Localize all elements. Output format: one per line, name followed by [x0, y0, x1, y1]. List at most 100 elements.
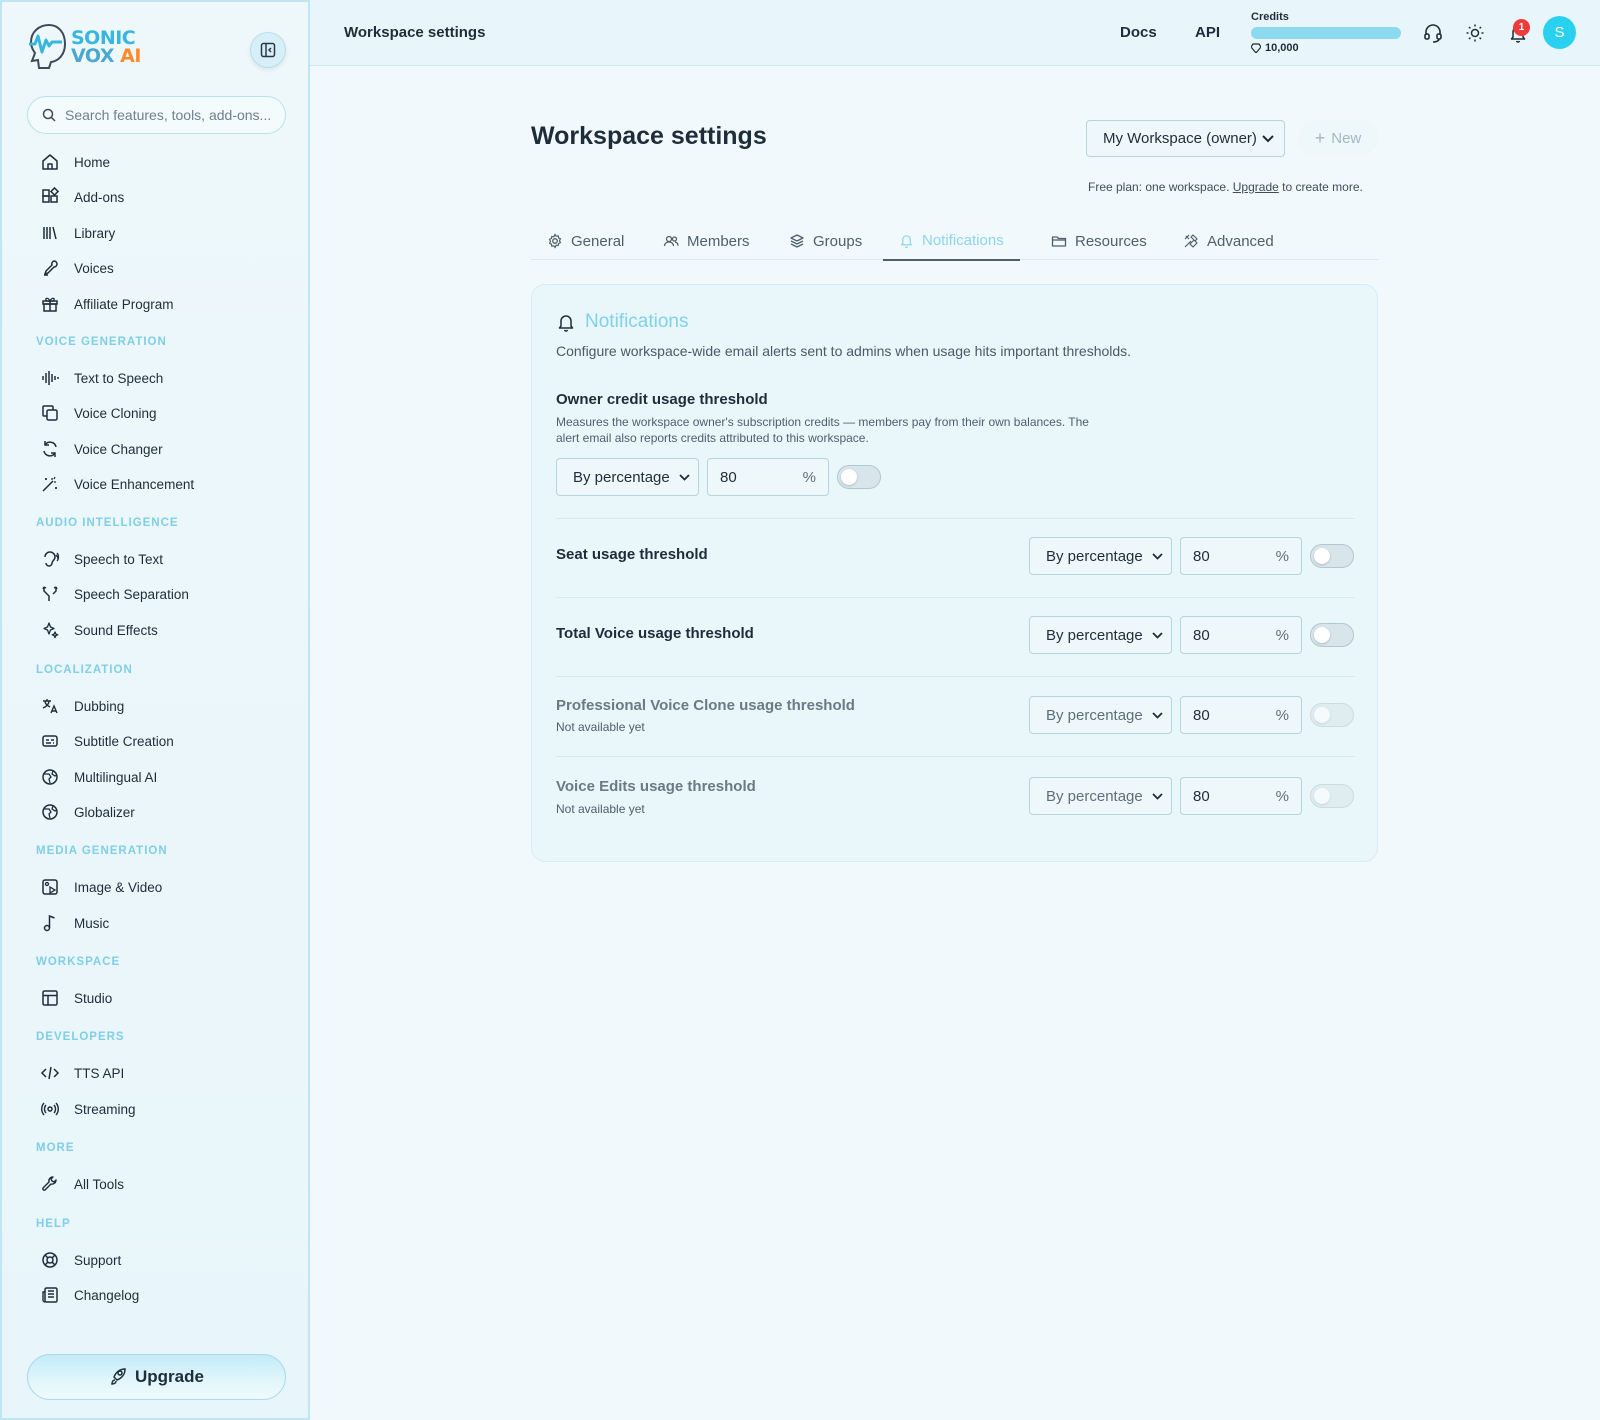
sidebar-item-support[interactable]: Support	[40, 1247, 121, 1273]
code-icon	[40, 1063, 60, 1083]
sidebar-item-image-and-video[interactable]: Image & Video	[40, 874, 162, 900]
settings-tabs: General Members Groups Notifications Res…	[531, 222, 1378, 261]
pvc-threshold-toggle[interactable]	[1310, 703, 1354, 727]
layout-icon	[40, 988, 60, 1008]
sidebar-item-speech-separation[interactable]: Speech Separation	[40, 581, 189, 607]
newspaper-icon	[40, 1285, 60, 1305]
tab-advanced[interactable]: Advanced	[1183, 222, 1274, 260]
tab-notifications[interactable]: Notifications	[883, 222, 1020, 261]
chevron-down-icon	[1152, 632, 1163, 639]
sidebar-item-label: Image & Video	[74, 879, 163, 895]
wrench-icon	[40, 1174, 60, 1194]
refresh-icon	[40, 439, 60, 459]
sidebar-item-library[interactable]: Library	[40, 220, 115, 246]
total-voice-threshold-value-input[interactable]: 80 %	[1180, 616, 1302, 654]
voice-edits-threshold-toggle[interactable]	[1310, 784, 1354, 808]
divider	[556, 676, 1355, 677]
sidebar-item-label: Streaming	[74, 1101, 136, 1117]
tab-general[interactable]: General	[547, 222, 624, 260]
sidebar-item-multilingual-ai[interactable]: Multilingual AI	[40, 764, 157, 790]
voice-edits-threshold-mode-select[interactable]: By percentage	[1029, 777, 1172, 815]
seat-threshold-mode-select[interactable]: By percentage	[1029, 537, 1172, 575]
search-placeholder: Search features, tools, add-ons...	[65, 107, 272, 123]
owner-threshold-toggle[interactable]	[837, 465, 881, 489]
sidebar-item-voice-cloning[interactable]: Voice Cloning	[40, 400, 157, 426]
sidebar-item-text-to-speech[interactable]: Text to Speech	[40, 365, 163, 391]
sidebar-item-home[interactable]: Home	[40, 149, 110, 175]
sidebar-item-voices[interactable]: Voices	[40, 255, 114, 281]
gear-icon	[548, 233, 562, 249]
seat-threshold-title: Seat usage threshold	[556, 546, 708, 563]
sidebar-item-studio[interactable]: Studio	[40, 985, 112, 1011]
sidebar-section-more: MORE	[36, 1142, 75, 1154]
sidebar-item-dubbing[interactable]: Dubbing	[40, 693, 124, 719]
pvc-threshold-mode-select[interactable]: By percentage	[1029, 696, 1172, 734]
upgrade-button[interactable]: Upgrade	[27, 1354, 286, 1400]
sidebar-section-media-generation: MEDIA GENERATION	[36, 845, 168, 857]
collapse-sidebar-button[interactable]	[250, 32, 286, 68]
toggle-knob	[1314, 788, 1330, 804]
divider	[556, 756, 1355, 757]
brand-logo[interactable]: SONIC VOX AI	[27, 22, 141, 72]
upgrade-label: Upgrade	[135, 1367, 204, 1386]
tab-members[interactable]: Members	[663, 222, 750, 260]
library-icon	[40, 223, 60, 243]
tab-resources[interactable]: Resources	[1051, 222, 1147, 260]
sidebar-item-subtitle-creation[interactable]: Subtitle Creation	[40, 728, 174, 754]
sidebar-item-voice-enhancement[interactable]: Voice Enhancement	[40, 471, 194, 497]
plan-upgrade-link[interactable]: Upgrade	[1233, 180, 1279, 194]
sidebar-item-globalizer[interactable]: Globalizer	[40, 799, 135, 825]
gift-icon	[40, 294, 60, 314]
sidebar-item-label: Speech to Text	[74, 551, 164, 567]
owner-threshold-mode-select[interactable]: By percentage	[556, 458, 699, 496]
chevron-down-icon	[1152, 553, 1163, 560]
plan-note-text: Free plan: one workspace.	[1088, 180, 1230, 194]
api-link[interactable]: API	[1195, 24, 1220, 41]
sidebar-section-developers: DEVELOPERS	[36, 1031, 125, 1043]
new-workspace-button[interactable]: + New	[1298, 120, 1378, 156]
theme-toggle-button[interactable]	[1463, 21, 1487, 45]
sidebar-item-music[interactable]: Music	[40, 910, 109, 936]
logo-head-icon	[29, 23, 67, 69]
owner-threshold-description: Measures the workspace owner's subscript…	[556, 414, 1156, 446]
workspace-select[interactable]: My Workspace (owner)	[1086, 120, 1285, 157]
pvc-threshold-value-input[interactable]: 80 %	[1180, 696, 1302, 734]
total-voice-threshold-value: 80	[1193, 626, 1210, 644]
rocket-icon	[111, 1368, 126, 1385]
owner-threshold-title: Owner credit usage threshold	[556, 391, 768, 408]
tab-groups[interactable]: Groups	[789, 222, 862, 260]
support-headset-button[interactable]	[1421, 21, 1445, 45]
toggle-knob	[841, 469, 857, 485]
sidebar-item-speech-to-text[interactable]: Speech to Text	[40, 546, 163, 572]
total-voice-threshold-mode-value: By percentage	[1046, 626, 1143, 644]
total-voice-threshold-toggle[interactable]	[1310, 623, 1354, 647]
users-icon	[663, 235, 679, 247]
sidebar-item-voice-changer[interactable]: Voice Changer	[40, 436, 163, 462]
sidebar-item-label: All Tools	[74, 1176, 125, 1192]
chevron-down-icon	[1152, 712, 1163, 719]
credits-bar	[1251, 27, 1401, 39]
tab-groups-label: Groups	[813, 232, 863, 250]
voice-edits-threshold-value-input[interactable]: 80 %	[1180, 777, 1302, 815]
sidebar-item-tts-api[interactable]: TTS API	[40, 1060, 124, 1086]
sidebar-item-label: Globalizer	[74, 804, 135, 820]
sidebar-item-label: Dubbing	[74, 698, 125, 714]
total-voice-threshold-mode-select[interactable]: By percentage	[1029, 616, 1172, 654]
seat-threshold-toggle[interactable]	[1310, 544, 1354, 568]
captions-icon	[40, 731, 60, 751]
sidebar-search-input[interactable]: Search features, tools, add-ons...	[27, 96, 286, 134]
sidebar-item-changelog[interactable]: Changelog	[40, 1282, 139, 1308]
toggle-knob	[1314, 627, 1330, 643]
user-avatar[interactable]: S	[1543, 16, 1576, 49]
page-title: Workspace settings	[531, 122, 767, 150]
sidebar-item-add-ons[interactable]: Add-ons	[40, 184, 124, 210]
sidebar-item-streaming[interactable]: Streaming	[40, 1096, 136, 1122]
owner-threshold-value-input[interactable]: 80 %	[707, 458, 829, 496]
seat-threshold-value-input[interactable]: 80 %	[1180, 537, 1302, 575]
sidebar-item-all-tools[interactable]: All Tools	[40, 1171, 124, 1197]
sidebar-item-sound-effects[interactable]: Sound Effects	[40, 617, 158, 643]
docs-link[interactable]: Docs	[1120, 24, 1157, 41]
sidebar-item-affiliate-program[interactable]: Affiliate Program	[40, 291, 174, 317]
pvc-threshold-title: Professional Voice Clone usage threshold	[556, 697, 855, 714]
sidebar-item-label: Library	[74, 225, 116, 241]
